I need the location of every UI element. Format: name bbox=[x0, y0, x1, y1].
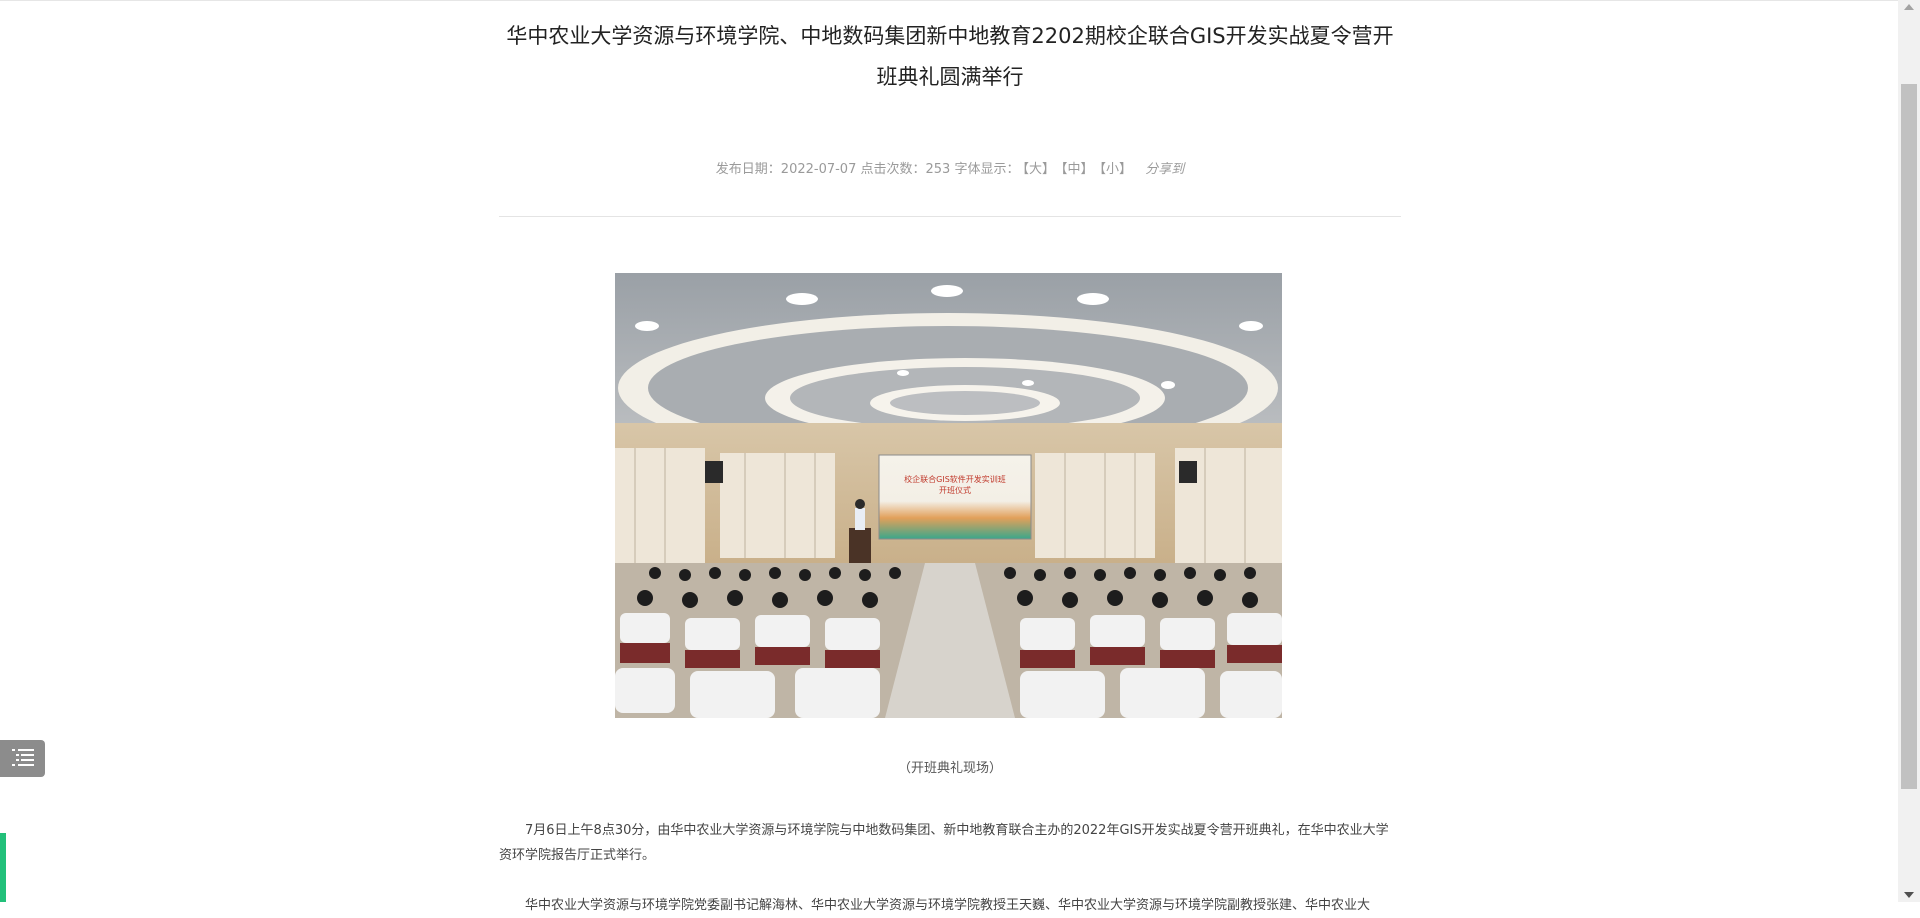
font-medium-link[interactable]: 【中】 bbox=[1061, 162, 1094, 177]
clicks-label: 点击次数： bbox=[860, 162, 926, 177]
click-count: 253 bbox=[925, 162, 951, 177]
scroll-up-arrow-icon[interactable] bbox=[1904, 4, 1914, 10]
article: 华中农业大学资源与环境学院、中地数码集团新中地教育2202期校企联合GIS开发实… bbox=[499, 0, 1401, 913]
share-link[interactable]: 分享到 bbox=[1145, 162, 1184, 177]
toc-toggle-button[interactable] bbox=[0, 740, 45, 777]
scroll-down-arrow-icon[interactable] bbox=[1904, 892, 1914, 898]
photo-caption: （开班典礼现场） bbox=[897, 761, 1002, 776]
date-label: 发布日期： bbox=[715, 162, 781, 177]
photo-banner-subtitle: 开班仪式 bbox=[939, 485, 971, 495]
accent-bar-left bbox=[0, 833, 6, 902]
article-meta: 发布日期：2022-07-07 点击次数：253 字体显示： 【大】 【中】 【小】 … bbox=[499, 160, 1401, 180]
article-title: 华中农业大学资源与环境学院、中地数码集团新中地教育2202期校企联合GIS开发实… bbox=[506, 24, 1394, 89]
font-size-label: 字体显示： bbox=[954, 162, 1020, 177]
font-small-link[interactable]: 【小】 bbox=[1100, 162, 1133, 177]
article-paragraph: 7月6日上午8点30分，由华中农业大学资源与环境学院与中地数码集团、新中地教育联… bbox=[499, 823, 1389, 863]
publish-date: 2022-07-07 bbox=[780, 162, 857, 177]
divider bbox=[499, 216, 1401, 217]
font-large-link[interactable]: 【大】 bbox=[1023, 162, 1056, 177]
scrollbar-thumb[interactable] bbox=[1901, 84, 1917, 789]
opening-ceremony-photo: 校企联合GIS软件开发实训班 开班仪式 bbox=[615, 273, 1282, 718]
photo-banner-title: 校企联合GIS软件开发实训班 bbox=[904, 474, 1006, 484]
vertical-scrollbar[interactable] bbox=[1898, 0, 1920, 902]
article-paragraph: 华中农业大学资源与环境学院党委副书记解海林、华中农业大学资源与环境学院教授王天巍… bbox=[525, 898, 1371, 913]
list-icon bbox=[11, 748, 34, 770]
